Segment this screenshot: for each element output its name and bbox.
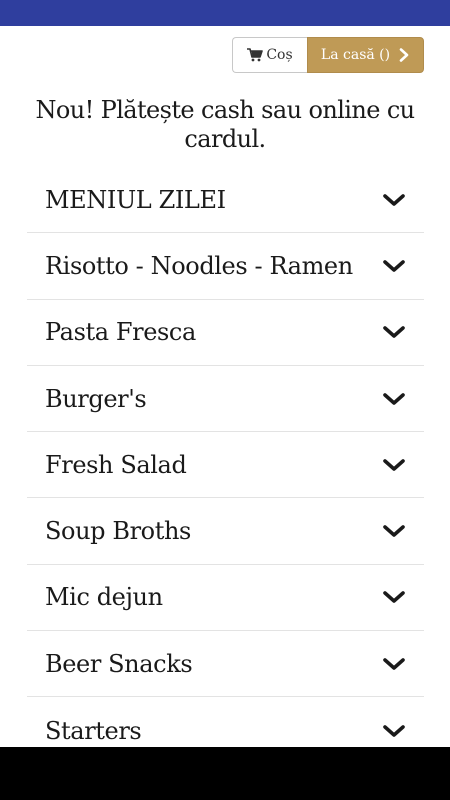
chevron-down-icon[interactable] <box>382 722 406 740</box>
menu-category-item[interactable]: Mic dejun <box>27 565 424 632</box>
menu-category-label: Soup Broths <box>45 517 191 546</box>
menu-category-item[interactable]: Burger's <box>27 366 424 433</box>
menu-category-item[interactable]: MENIUL ZILEI <box>27 167 424 234</box>
shopping-cart-icon <box>247 48 264 62</box>
cart-button-label: Coș <box>266 47 293 63</box>
menu-category-label: Fresh Salad <box>45 450 187 479</box>
announcement-text: Nou! Plătește cash sau online cu cardul. <box>35 96 415 153</box>
header-button-group: Coș La casă () <box>232 37 424 73</box>
menu-category-label: Starters <box>45 716 142 745</box>
menu-category-item[interactable]: Beer Snacks <box>27 631 424 698</box>
menu-category-label: Pasta Fresca <box>45 318 196 347</box>
menu-category-item[interactable]: Risotto - Noodles - Ramen <box>27 233 424 300</box>
menu-category-label: Mic dejun <box>45 583 163 612</box>
cart-button[interactable]: Coș <box>232 37 307 73</box>
checkout-button[interactable]: La casă () <box>307 37 424 73</box>
system-navigation-bar <box>0 747 450 800</box>
chevron-down-icon[interactable] <box>382 588 406 606</box>
status-bar <box>0 0 450 26</box>
menu-category-item[interactable]: Fresh Salad <box>27 432 424 499</box>
menu-category-item[interactable]: Pasta Fresca <box>27 300 424 366</box>
chevron-down-icon[interactable] <box>382 257 406 275</box>
menu-category-label: Burger's <box>45 384 147 413</box>
menu-category-list: MENIUL ZILEI Risotto - Noodles - Ramen P… <box>27 167 424 764</box>
menu-category-label: MENIUL ZILEI <box>45 185 226 214</box>
chevron-right-icon <box>398 48 410 62</box>
chevron-down-icon[interactable] <box>382 655 406 673</box>
chevron-down-icon[interactable] <box>382 390 406 408</box>
checkout-button-label: La casă () <box>320 47 391 63</box>
menu-category-item[interactable]: Soup Broths <box>27 498 424 565</box>
chevron-down-icon[interactable] <box>382 456 406 474</box>
menu-category-label: Risotto - Noodles - Ramen <box>45 251 353 280</box>
chevron-down-icon[interactable] <box>382 323 406 341</box>
chevron-down-icon[interactable] <box>382 191 406 209</box>
chevron-down-icon[interactable] <box>382 522 406 540</box>
menu-category-label: Beer Snacks <box>45 649 193 678</box>
